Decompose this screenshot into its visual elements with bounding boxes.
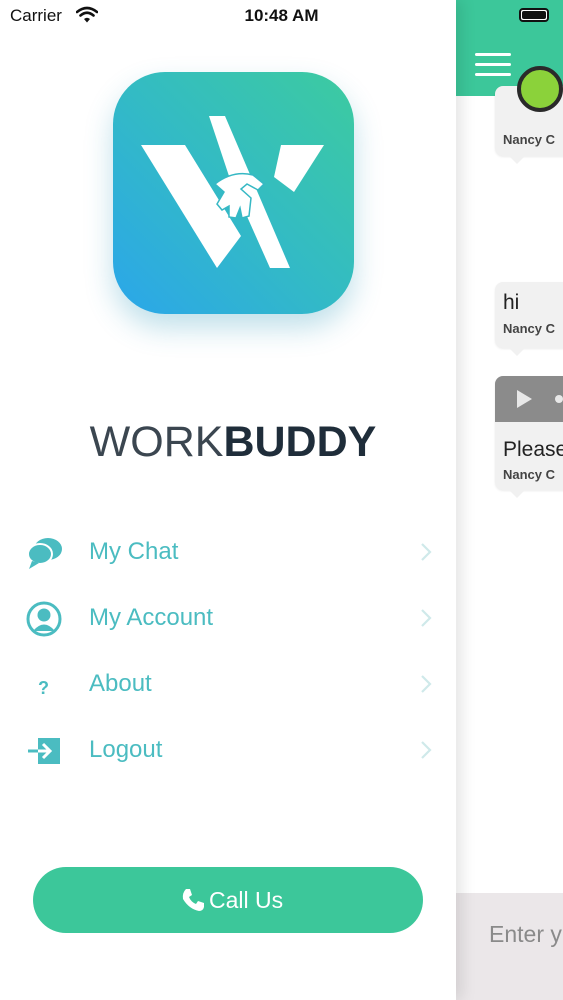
chat-message: Please Nancy C <box>495 376 563 498</box>
menu-label: Logout <box>89 736 163 763</box>
user-circle-icon <box>26 601 62 637</box>
menu-item-about[interactable]: ? About <box>0 656 456 712</box>
brand-wordmark: WORKBUDDY <box>0 418 466 467</box>
chat-screen: Nancy C hi Nancy C Please Nancy C Enter … <box>456 0 563 1000</box>
menu-label: My Account <box>89 604 214 631</box>
progress-dot-icon <box>555 395 563 403</box>
call-us-button[interactable]: Call Us <box>33 867 423 933</box>
question-icon: ? <box>38 678 49 698</box>
play-icon[interactable] <box>517 390 532 408</box>
chat-message: Nancy C <box>495 66 563 164</box>
chat-bubbles-icon <box>27 538 62 569</box>
message-sender: Nancy C <box>503 132 556 147</box>
message-input-bar[interactable]: Enter y <box>456 893 563 1000</box>
chevron-right-icon <box>421 675 432 693</box>
video-thumbnail[interactable] <box>495 376 563 422</box>
workbuddy-logo-icon <box>141 116 324 268</box>
menu-item-logout[interactable]: Logout <box>0 722 456 778</box>
menu-item-my-account[interactable]: My Account <box>0 590 456 646</box>
menu-label: About <box>89 670 152 697</box>
hamburger-menu-icon[interactable] <box>475 53 511 77</box>
menu-label: My Chat <box>89 538 179 565</box>
call-us-label: Call Us <box>209 887 284 913</box>
message-input-placeholder: Enter y <box>489 921 562 947</box>
svg-text:?: ? <box>38 678 49 698</box>
message-sender: Nancy C <box>503 467 556 482</box>
status-time: 10:48 AM <box>244 6 319 25</box>
message-text: Please <box>503 438 563 461</box>
avatar <box>517 66 563 112</box>
message-sender: Nancy C <box>503 321 556 336</box>
message-text: hi <box>503 291 520 314</box>
chat-message: hi Nancy C <box>495 282 563 356</box>
phone-icon <box>182 889 204 911</box>
chevron-right-icon <box>421 543 432 561</box>
brand-part-buddy: BUDDY <box>223 418 377 466</box>
chevron-right-icon <box>421 609 432 627</box>
logout-icon <box>28 738 60 764</box>
app-logo <box>113 72 354 314</box>
menu-item-my-chat[interactable]: My Chat <box>0 524 456 580</box>
brand-part-work: WORK <box>89 418 224 466</box>
chevron-right-icon <box>421 741 432 759</box>
